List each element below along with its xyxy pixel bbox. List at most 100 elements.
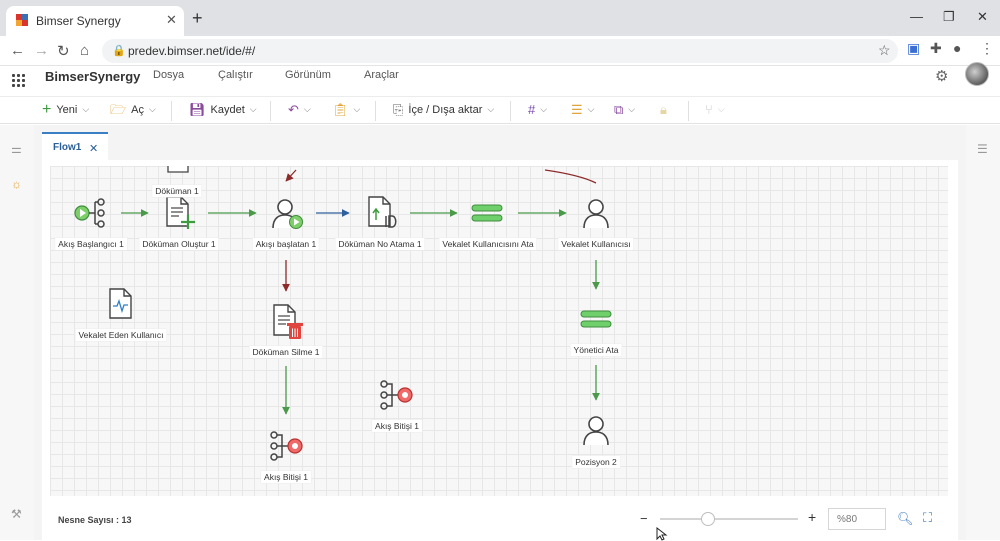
- mouse-cursor-icon: [656, 527, 668, 541]
- save-button[interactable]: 💾︎ Kaydet ⌵: [189, 103, 257, 116]
- chevron-down-icon: ⌵: [303, 104, 311, 114]
- document-icon[interactable]: [166, 166, 190, 176]
- url-text: predev.bimser.net/ide/#/: [128, 44, 256, 58]
- back-icon[interactable]: ←: [10, 42, 25, 59]
- new-button-label: Yeni: [56, 103, 78, 116]
- zoom-slider-track[interactable]: [660, 518, 798, 520]
- browser-address-bar: ← → ↻ ⌂ 🔒 predev.bimser.net/ide/#/ ☆ ▣ ✚…: [0, 36, 1000, 66]
- toolbar-divider: [510, 101, 511, 121]
- zoom-input[interactable]: %80: [828, 508, 886, 530]
- align-icon: ☰: [571, 102, 583, 117]
- node-label-doc-create: Döküman Oluştur 1: [139, 238, 219, 250]
- new-tab-icon[interactable]: +: [192, 9, 203, 27]
- palette-icon[interactable]: ☼: [11, 177, 22, 191]
- properties-sliders-icon[interactable]: ⚌: [11, 142, 22, 156]
- proxy-giver-document-icon[interactable]: [107, 288, 135, 320]
- profile-icon[interactable]: ●: [953, 40, 961, 56]
- arrange-button[interactable]: ⧉ ⌵: [614, 103, 635, 116]
- close-window-icon[interactable]: ✕: [977, 9, 988, 25]
- forward-icon[interactable]: →: [34, 42, 49, 59]
- zoom-search-icon[interactable]: 🔍︎: [897, 511, 914, 527]
- document-delete-icon[interactable]: [271, 304, 305, 340]
- url-field[interactable]: 🔒 predev.bimser.net/ide/#/ ☆: [102, 39, 898, 63]
- toolbar-divider: [375, 101, 376, 121]
- undo-icon: ↶: [288, 102, 299, 117]
- extensions-icon[interactable]: ✚: [930, 40, 942, 57]
- chevron-down-icon: ⌵: [249, 104, 257, 114]
- node-label-manager-assign: Yönetici Ata: [570, 344, 622, 356]
- home-icon[interactable]: ⌂: [80, 42, 89, 59]
- close-tab-icon[interactable]: ✕: [166, 12, 177, 28]
- node-label-document1: Döküman 1: [152, 185, 202, 197]
- position-user-icon[interactable]: [582, 416, 610, 446]
- tab-flow1[interactable]: Flow1 ✕: [42, 132, 108, 160]
- fit-to-screen-icon[interactable]: ⛶: [923, 510, 932, 526]
- node-label-proxy-user-assign: Vekalet Kullanıcısını Ata: [439, 238, 537, 250]
- right-side-rail: ☰: [966, 125, 1000, 540]
- app-favicon-icon: [16, 14, 28, 26]
- align-button[interactable]: ☰ ⌵: [571, 103, 594, 116]
- grid-icon: #: [528, 102, 536, 117]
- settings-gear-icon[interactable]: ⚙: [935, 67, 948, 85]
- save-disk-icon: 💾︎: [189, 102, 206, 117]
- import-export-button[interactable]: ⎘ İçe / Dışa aktar ⌵: [393, 103, 494, 116]
- browser-menu-icon[interactable]: ⋮: [980, 40, 994, 57]
- node-label-doc-delete: Döküman Silme 1: [249, 346, 323, 358]
- chevron-down-icon: ⌵: [540, 104, 548, 114]
- browser-tab[interactable]: Bimser Synergy ✕: [6, 6, 184, 36]
- arrange-layers-icon: ⧉: [614, 102, 624, 117]
- node-label-position: Pozisyon 2: [572, 456, 620, 468]
- lock-icon: 🔒︎: [660, 102, 667, 117]
- main-toolbar: + Yeni ⌵ 🗁 Aç ⌵ 💾︎ Kaydet ⌵ ↶ ⌵ 📋︎ ⌵ ⎘ İ…: [0, 96, 1000, 124]
- outline-list-icon[interactable]: ☰: [977, 142, 988, 156]
- app-brand: BimserSynergy: [45, 69, 141, 84]
- new-button[interactable]: + Yeni ⌵: [42, 101, 89, 118]
- lock-button[interactable]: 🔒︎: [660, 103, 667, 116]
- minimize-window-icon[interactable]: —: [910, 9, 923, 24]
- import-export-icon: ⎘: [393, 102, 404, 117]
- menu-gorunum[interactable]: Görünüm: [285, 69, 331, 81]
- menu-araclar[interactable]: Araçlar: [364, 69, 399, 81]
- document-create-icon[interactable]: [164, 196, 196, 230]
- clipboard-icon: 📋︎: [332, 102, 349, 117]
- restore-window-icon[interactable]: ❐: [943, 9, 955, 25]
- flow-end-icon[interactable]: [380, 380, 414, 410]
- toolbar-divider: [688, 101, 689, 121]
- open-button[interactable]: 🗁 Aç ⌵: [110, 103, 156, 116]
- toolbar-divider: [270, 101, 271, 121]
- assign-equals-icon[interactable]: [471, 204, 503, 222]
- clipboard-button[interactable]: 📋︎ ⌵: [332, 103, 360, 116]
- manager-assign-equals-icon[interactable]: [580, 310, 612, 328]
- node-label-flow-initiator: Akışı başlatan 1: [252, 238, 320, 250]
- chevron-down-icon: ⌵: [353, 104, 361, 114]
- save-button-label: Kaydet: [210, 103, 245, 116]
- bookmark-star-icon[interactable]: ☆: [878, 42, 891, 59]
- chevron-down-icon: ⌵: [717, 104, 725, 114]
- plus-icon: +: [42, 101, 52, 118]
- reload-icon[interactable]: ↻: [57, 42, 70, 60]
- menu-calistir[interactable]: Çalıştır: [218, 69, 253, 81]
- node-label-proxy-user: Vekalet Kullanıcısı: [558, 238, 634, 250]
- document-number-icon[interactable]: [366, 196, 398, 230]
- chevron-down-icon: ⌵: [628, 104, 636, 114]
- flow-start-icon[interactable]: [73, 198, 107, 228]
- menu-dosya[interactable]: Dosya: [153, 69, 184, 81]
- flow-end-icon[interactable]: [270, 431, 304, 461]
- chevron-down-icon: ⌵: [587, 104, 595, 114]
- app-launcher-icon[interactable]: [12, 74, 25, 87]
- close-flow-tab-icon[interactable]: ✕: [89, 142, 98, 155]
- left-side-rail: ⚌ ☼ ⚒: [0, 125, 34, 540]
- app-header: BimserSynergy Dosya Çalıştır Görünüm Ara…: [0, 62, 1000, 96]
- zoom-in-icon[interactable]: +: [808, 509, 816, 525]
- grid-button[interactable]: # ⌵: [528, 103, 547, 116]
- zoom-out-icon[interactable]: −: [640, 511, 648, 526]
- lock-icon: 🔒: [112, 45, 126, 57]
- proxy-user-icon[interactable]: [582, 199, 610, 229]
- rail-settings-icon[interactable]: ⚒: [11, 507, 22, 521]
- undo-button[interactable]: ↶ ⌵: [288, 103, 311, 116]
- translate-icon[interactable]: ▣: [907, 40, 920, 57]
- flow-initiator-user-icon[interactable]: [272, 198, 304, 230]
- hierarchy-button[interactable]: ⑂ ⌵: [705, 103, 725, 116]
- user-avatar[interactable]: [965, 62, 989, 86]
- browser-tab-title: Bimser Synergy: [36, 14, 121, 28]
